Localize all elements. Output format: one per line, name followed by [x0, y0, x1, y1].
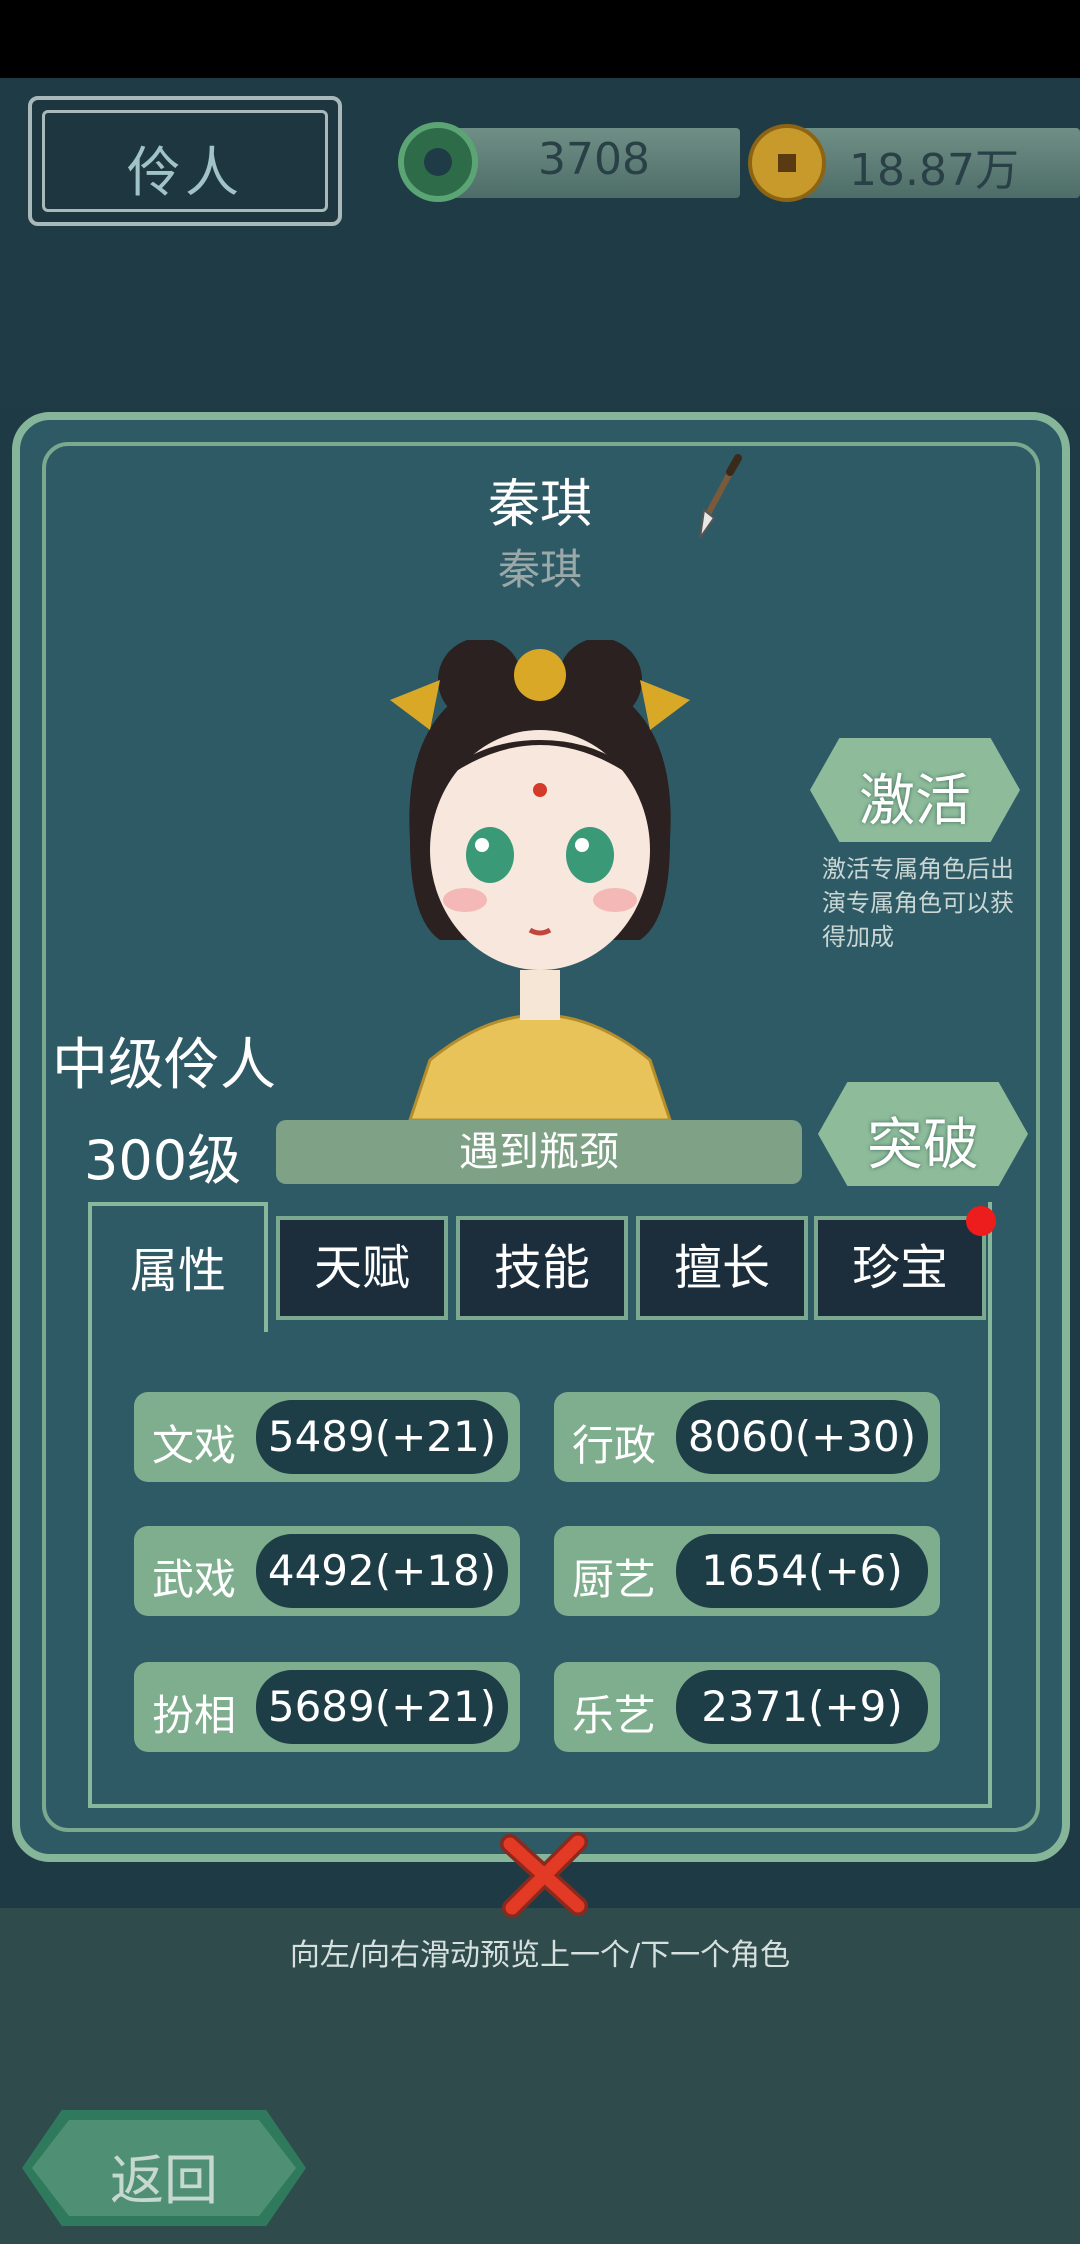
tab-treasures[interactable]: 珍宝	[814, 1216, 986, 1320]
stat-row: 文戏 5489(+21)	[134, 1392, 520, 1482]
page-title-text: 伶人	[127, 141, 243, 204]
character-portrait	[390, 640, 690, 1120]
back-button[interactable]: 返回	[22, 2110, 306, 2226]
stat-row: 扮相 5689(+21)	[134, 1662, 520, 1752]
breakthrough-button-label: 突破	[867, 1113, 979, 1178]
stat-label: 武戏	[152, 1555, 237, 1604]
back-button-label: 返回	[110, 2149, 218, 2212]
coin-icon	[748, 124, 826, 202]
stat-label: 扮相	[152, 1691, 237, 1740]
stat-value: 4492(+18)	[256, 1534, 508, 1608]
stat-row: 厨艺 1654(+6)	[554, 1526, 940, 1616]
stat-label: 厨艺	[572, 1555, 657, 1604]
stat-value: 5689(+21)	[256, 1670, 508, 1744]
stat-label: 乐艺	[572, 1691, 657, 1740]
close-icon[interactable]	[496, 1826, 592, 1922]
character-rank: 中级伶人	[52, 1033, 276, 1098]
tab-specialties[interactable]: 擅长	[636, 1216, 808, 1320]
stat-row: 武戏 4492(+18)	[134, 1526, 520, 1616]
coin-currency: 18.87万	[785, 128, 1080, 198]
stat-value: 2371(+9)	[676, 1670, 928, 1744]
stat-row: 行政 8060(+30)	[554, 1392, 940, 1482]
breakthrough-button[interactable]: 突破	[818, 1082, 1028, 1186]
tab-attributes[interactable]: 属性	[88, 1202, 268, 1332]
activate-button[interactable]: 激活	[810, 738, 1020, 842]
notification-dot	[966, 1206, 996, 1236]
page-title: 伶人	[28, 96, 342, 226]
character-level: 300级	[84, 1129, 242, 1192]
stat-value: 8060(+30)	[676, 1400, 928, 1474]
stat-value: 5489(+21)	[256, 1400, 508, 1474]
activate-description: 激活专属角色后出演专属角色可以获得加成	[822, 855, 1014, 951]
character-subname: 秦琪	[497, 545, 582, 594]
jade-icon	[398, 122, 478, 202]
jade-amount: 3708	[538, 134, 650, 185]
coin-amount: 18.87万	[849, 145, 1019, 196]
character-name: 秦琪	[487, 475, 592, 535]
stat-label: 文戏	[152, 1421, 237, 1470]
stat-row: 乐艺 2371(+9)	[554, 1662, 940, 1752]
level-status-bar: 遇到瓶颈	[276, 1120, 802, 1184]
tab-skills[interactable]: 技能	[456, 1216, 628, 1320]
activate-button-label: 激活	[859, 769, 971, 834]
rename-brush-icon[interactable]	[690, 452, 750, 542]
stat-value: 1654(+6)	[676, 1534, 928, 1608]
swipe-hint: 向左/向右滑动预览上一个/下一个角色	[289, 1938, 791, 1973]
tab-talents[interactable]: 天赋	[276, 1216, 448, 1320]
status-bar	[0, 0, 1080, 78]
stat-label: 行政	[572, 1421, 657, 1470]
